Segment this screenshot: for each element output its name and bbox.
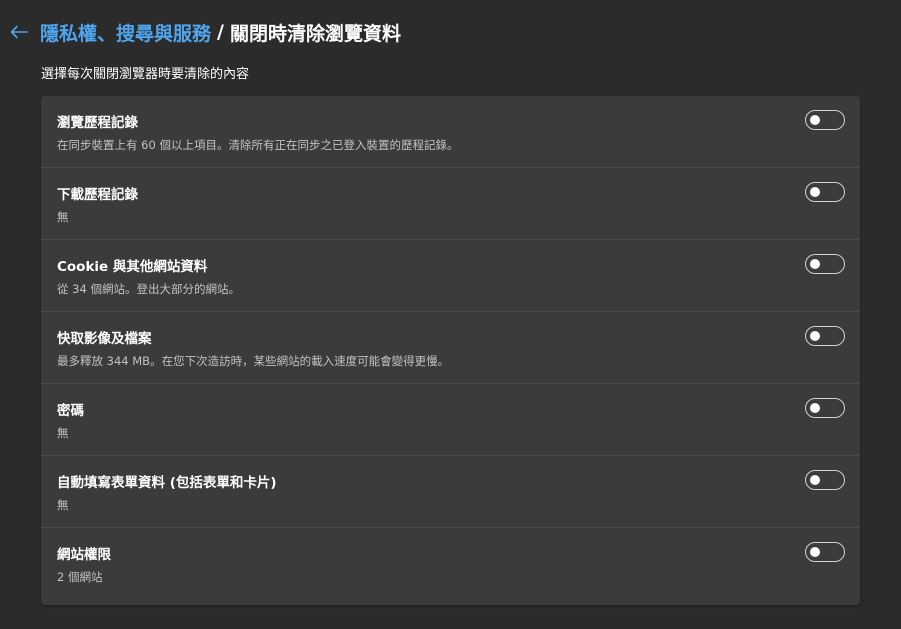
setting-row-autofill: 自動填寫表單資料 (包括表單和卡片) 無 [41, 456, 860, 528]
download-history-toggle[interactable] [805, 182, 845, 202]
arrow-left-icon [10, 25, 28, 39]
setting-description: 在同步裝置上有 60 個以上項目。清除所有正在同步之已登入裝置的歷程記錄。 [57, 138, 459, 152]
cookies-toggle[interactable] [805, 254, 845, 274]
browsing-history-toggle[interactable] [805, 110, 845, 130]
breadcrumb-separator: / [217, 21, 224, 43]
setting-description: 無 [57, 426, 69, 440]
toggle-knob [810, 403, 820, 413]
setting-title: 自動填寫表單資料 (包括表單和卡片) [57, 475, 277, 491]
settings-card: 瀏覽歷程記錄 在同步裝置上有 60 個以上項目。清除所有正在同步之已登入裝置的歷… [41, 96, 860, 605]
setting-row-passwords: 密碼 無 [41, 384, 860, 456]
page-header: 隱私權、搜尋與服務 / 關閉時清除瀏覽資料 [8, 18, 401, 46]
setting-title: 下載歷程記錄 [57, 187, 138, 203]
site-permissions-toggle[interactable] [805, 542, 845, 562]
toggle-knob [810, 259, 820, 269]
toggle-knob [810, 547, 820, 557]
setting-description: 最多釋放 344 MB。在您下次造訪時，某些網站的載入速度可能會變得更慢。 [57, 354, 450, 368]
setting-row-cache: 快取影像及檔案 最多釋放 344 MB。在您下次造訪時，某些網站的載入速度可能會… [41, 312, 860, 384]
setting-description: 無 [57, 210, 69, 224]
setting-title: 網站權限 [57, 547, 111, 563]
setting-row-cookies: Cookie 與其他網站資料 從 34 個網站。登出大部分的網站。 [41, 240, 860, 312]
setting-row-browsing-history: 瀏覽歷程記錄 在同步裝置上有 60 個以上項目。清除所有正在同步之已登入裝置的歷… [41, 96, 860, 168]
page-title: 關閉時清除瀏覽資料 [229, 22, 401, 45]
setting-description: 2 個網站 [57, 570, 103, 584]
page-subtitle: 選擇每次關閉瀏覽器時要清除的內容 [41, 67, 250, 82]
toggle-knob [810, 475, 820, 485]
toggle-knob [810, 187, 820, 197]
back-button[interactable] [8, 21, 30, 43]
setting-row-site-permissions: 網站權限 2 個網站 [41, 528, 860, 600]
setting-row-download-history: 下載歷程記錄 無 [41, 168, 860, 240]
setting-title: 快取影像及檔案 [57, 331, 152, 347]
setting-title: 瀏覽歷程記錄 [57, 115, 138, 131]
breadcrumb-parent-link[interactable]: 隱私權、搜尋與服務 [40, 19, 211, 46]
setting-title: Cookie 與其他網站資料 [57, 259, 208, 275]
settings-page: 隱私權、搜尋與服務 / 關閉時清除瀏覽資料 選擇每次關閉瀏覽器時要清除的內容 瀏… [0, 0, 901, 629]
cache-toggle[interactable] [805, 326, 845, 346]
passwords-toggle[interactable] [805, 398, 845, 418]
toggle-knob [810, 331, 820, 341]
toggle-knob [810, 115, 820, 125]
setting-description: 從 34 個網站。登出大部分的網站。 [57, 282, 240, 296]
setting-description: 無 [57, 498, 69, 512]
autofill-toggle[interactable] [805, 470, 845, 490]
setting-title: 密碼 [57, 403, 84, 419]
